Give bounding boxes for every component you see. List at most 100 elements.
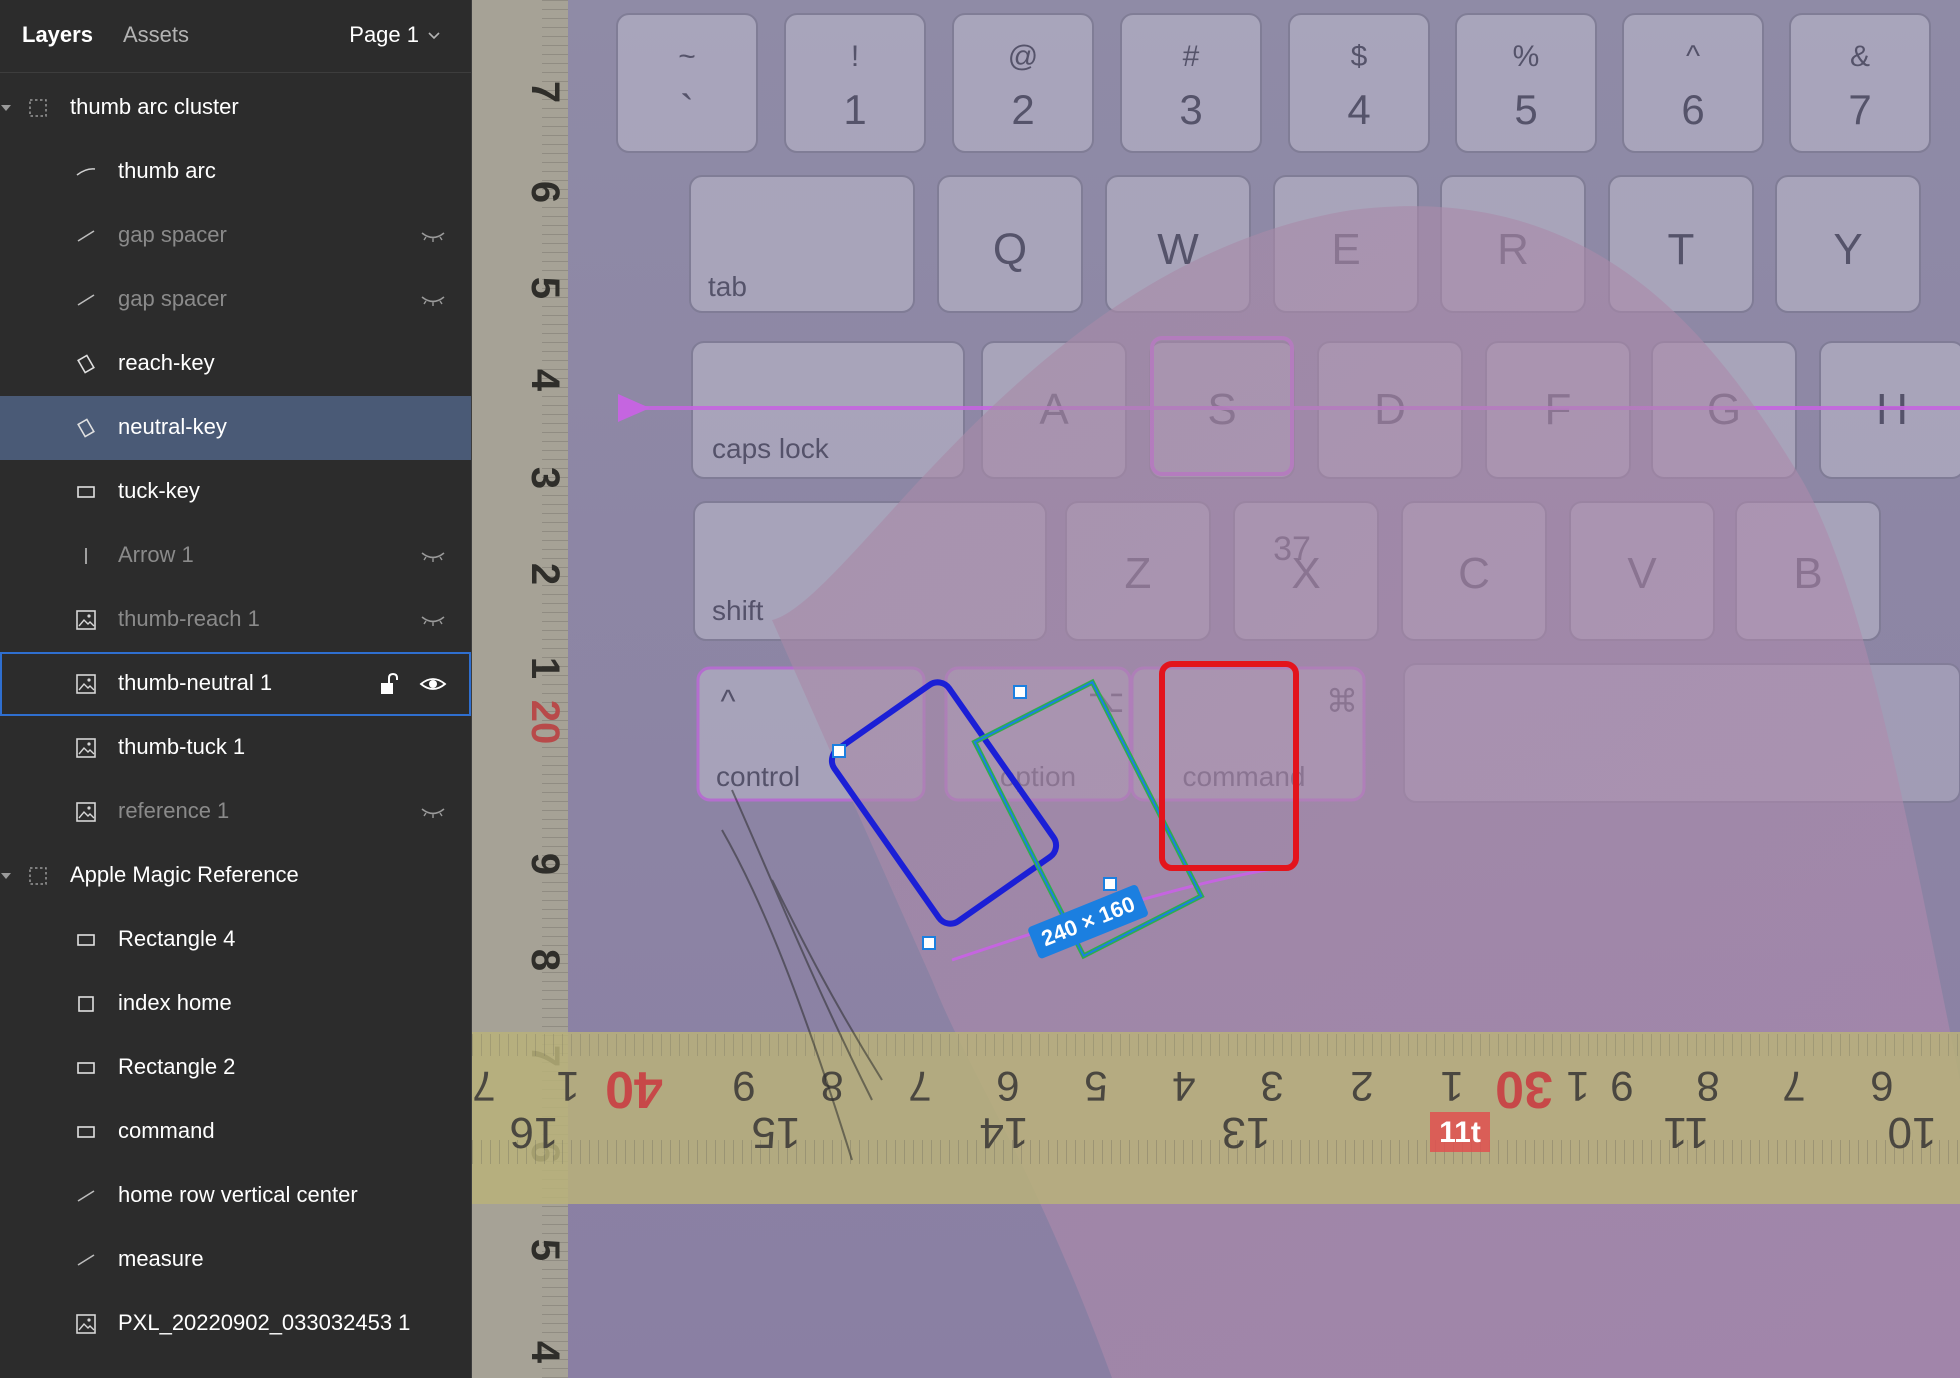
modifier-label: control xyxy=(716,761,800,792)
eye-closed-icon[interactable] xyxy=(419,544,447,568)
layer-row[interactable]: thumb arc xyxy=(0,140,471,204)
ruler-number: 13 xyxy=(1222,1108,1271,1157)
layer-name: Rectangle 2 xyxy=(118,1054,236,1079)
image-icon xyxy=(74,1312,98,1336)
key-number: 2 xyxy=(1011,86,1034,133)
layer-row[interactable]: PXL_20220902_033032453 1 xyxy=(0,1292,471,1356)
key-letter: T xyxy=(1668,225,1695,274)
ruler-number: 2 xyxy=(1350,1063,1373,1110)
layer-name: Arrow 1 xyxy=(118,542,194,567)
ruler-number: 1 xyxy=(556,1063,579,1110)
layer-visibility[interactable] xyxy=(419,224,447,248)
eye-closed-icon[interactable] xyxy=(419,224,447,248)
image-icon xyxy=(74,608,98,632)
layer-row[interactable]: gap spacer xyxy=(0,268,471,332)
layer-name: tuck-key xyxy=(118,478,200,503)
ruler-number: 11 xyxy=(1663,1108,1709,1157)
layer-row[interactable]: Rectangle 2 xyxy=(0,1036,471,1100)
rotated-rectangle-icon xyxy=(74,416,98,440)
layer-name: PXL_20220902_033032453 1 xyxy=(118,1310,411,1335)
layer-row[interactable]: thumb-reach 1 xyxy=(0,588,471,652)
layer-row[interactable]: thumb-tuck 1 xyxy=(0,716,471,780)
ruler-number: 4 xyxy=(1172,1063,1195,1110)
ruler-number: 14 xyxy=(980,1108,1029,1157)
modifier-glyph: ^ xyxy=(720,683,735,719)
layer-row[interactable]: index home xyxy=(0,972,471,1036)
ruler-number: 4 xyxy=(523,1341,567,1364)
key-symbol: $ xyxy=(1351,40,1368,73)
layer-row[interactable]: Arrow 1 xyxy=(0,524,471,588)
layer-name: Apple Magic Reference xyxy=(70,862,299,887)
line-icon xyxy=(74,288,98,312)
key-symbol: ^ xyxy=(1686,40,1700,73)
layer-name: reach-key xyxy=(118,350,215,375)
layer-name: reference 1 xyxy=(118,798,230,823)
bottom-ruler xyxy=(472,1032,1960,1204)
ruler-number: 1 xyxy=(1440,1063,1463,1110)
ruler-number: 3 xyxy=(523,467,567,489)
layer-name: neutral-key xyxy=(118,414,227,439)
layer-row[interactable]: tuck-key xyxy=(0,460,471,524)
design-canvas[interactable]: 765432120987654 ~`!1@2#3$4%5^6&7tabQWERT… xyxy=(472,0,1960,1378)
eye-icon[interactable] xyxy=(419,672,447,696)
layer-row[interactable]: command xyxy=(0,1100,471,1164)
ruler-number: 15 xyxy=(752,1108,801,1157)
layer-visibility[interactable] xyxy=(419,288,447,312)
ruler-number: 7 xyxy=(908,1063,931,1110)
layer-controls[interactable] xyxy=(377,672,447,696)
key-symbol: # xyxy=(1183,40,1200,73)
layers-panel: Layers Assets Page 1 thumb arc cluster th… xyxy=(0,0,472,1378)
ruler-number: 20 xyxy=(523,700,567,745)
layer-visibility[interactable] xyxy=(419,800,447,824)
page-selector[interactable]: Page 1 xyxy=(349,22,441,48)
layer-name: Rectangle 4 xyxy=(118,926,236,951)
layer-name: thumb-reach 1 xyxy=(118,606,260,631)
unlock-icon[interactable] xyxy=(377,672,405,696)
line-icon xyxy=(74,1184,98,1208)
layer-row[interactable]: thumb arc cluster xyxy=(0,76,471,140)
key-number: ` xyxy=(680,86,694,133)
layer-row[interactable]: neutral-key xyxy=(0,396,471,460)
chevron-down-icon xyxy=(428,32,440,40)
layer-name: thumb arc xyxy=(118,158,216,183)
key-label: shift xyxy=(712,595,764,626)
key-symbol: ~ xyxy=(678,40,696,73)
rectangle-icon xyxy=(74,1120,98,1144)
rectangle-icon xyxy=(74,928,98,952)
layer-name: gap spacer xyxy=(118,222,227,247)
layer-row[interactable]: home row vertical center xyxy=(0,1164,471,1228)
layer-row[interactable]: thumb-neutral 1 xyxy=(0,652,471,716)
caret-down-icon[interactable] xyxy=(0,870,12,882)
frame-icon xyxy=(26,96,50,120)
layer-row[interactable]: reference 1 xyxy=(0,780,471,844)
line-icon xyxy=(74,1248,98,1272)
layer-row[interactable]: gap spacer xyxy=(0,204,471,268)
eye-closed-icon[interactable] xyxy=(419,608,447,632)
arrow-icon xyxy=(74,544,98,568)
layer-visibility[interactable] xyxy=(419,544,447,568)
layer-row[interactable]: Apple Magic Reference xyxy=(0,844,471,908)
ruler-number: 1 xyxy=(523,657,567,679)
key-label: tab xyxy=(708,271,747,302)
key-number: 7 xyxy=(1848,86,1871,133)
layer-visibility[interactable] xyxy=(419,608,447,632)
eye-closed-icon[interactable] xyxy=(419,288,447,312)
key-number: 5 xyxy=(1514,86,1537,133)
ruler-number: 30 xyxy=(1495,1060,1553,1118)
tab-assets[interactable]: Assets xyxy=(123,22,189,48)
layer-row[interactable]: reach-key xyxy=(0,332,471,396)
eye-closed-icon[interactable] xyxy=(419,800,447,824)
ruler-badge-text: 11t xyxy=(1439,1116,1481,1149)
key-symbol: ! xyxy=(851,40,859,73)
ruler-number: 9 xyxy=(523,853,567,875)
key-number: 4 xyxy=(1347,86,1370,133)
caret-down-icon[interactable] xyxy=(0,102,12,114)
layer-row[interactable]: Rectangle 4 xyxy=(0,908,471,972)
layer-name: thumb-neutral 1 xyxy=(118,670,273,695)
tab-layers[interactable]: Layers xyxy=(22,22,93,48)
ruler-number: 40 xyxy=(605,1060,663,1118)
key-symbol: % xyxy=(1513,40,1540,73)
layer-name: thumb arc cluster xyxy=(70,94,239,119)
key-number: 1 xyxy=(843,86,866,133)
layer-row[interactable]: measure xyxy=(0,1228,471,1292)
